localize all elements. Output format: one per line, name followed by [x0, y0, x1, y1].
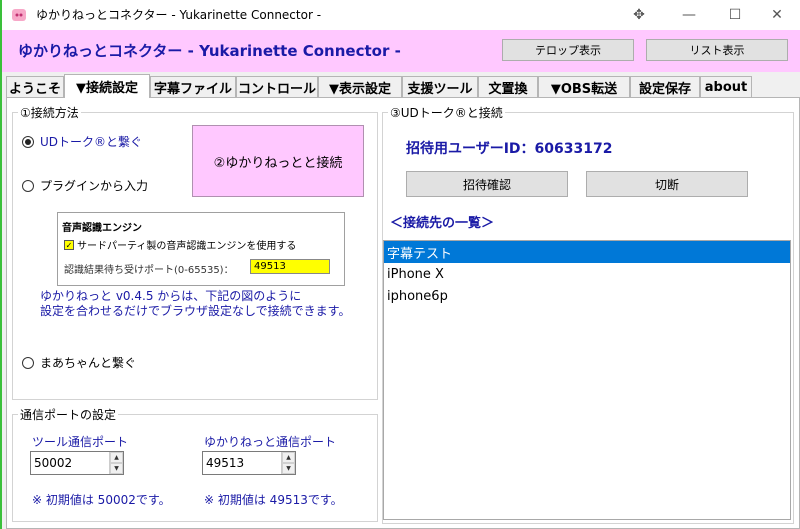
telop-display-button[interactable]: テロップ表示: [502, 39, 634, 61]
third-party-engine-checkbox[interactable]: ✓ サードパーティ製の音声認識エンジンを使用する: [64, 237, 296, 252]
comm-ports-legend: 通信ポートの設定: [18, 406, 119, 423]
radio-button[interactable]: [22, 356, 34, 369]
tool-port-spin[interactable]: ▲ ▼: [109, 452, 123, 474]
list-display-button[interactable]: リスト表示: [646, 39, 788, 61]
version-note-line2: 設定を合わせるだけでブラウザ設定なしで接続できます。: [40, 304, 351, 318]
header-title: ゆかりねっとコネクター - Yukarinette Connector -: [18, 42, 401, 60]
radio-plugin[interactable]: プラグインから入力: [22, 177, 148, 194]
tool-port-default-note: ※ 初期値は 50002です。: [32, 493, 171, 507]
tab-strip: ようこそ ▼接続設定 字幕ファイル コントロール ▼表示設定 支援ツール 文置換…: [2, 74, 800, 98]
radio-ud-talk-label: UDトーク®と繋ぐ: [40, 135, 143, 149]
title-bar[interactable]: ゆかりねっとコネクター - Yukarinette Connector - ✥ …: [2, 0, 800, 30]
app-header: ゆかりねっとコネクター - Yukarinette Connector - テロ…: [2, 30, 800, 72]
pin-icon[interactable]: ✥: [616, 0, 662, 30]
engine-port-input[interactable]: 49513: [250, 259, 330, 274]
spin-down-icon[interactable]: ▼: [110, 463, 123, 474]
radio-plugin-label: プラグインから入力: [40, 179, 149, 193]
tab-support-tools[interactable]: 支援ツール: [402, 76, 478, 98]
app-icon: [12, 9, 26, 21]
radio-button[interactable]: [22, 135, 34, 148]
close-button[interactable]: ✕: [754, 0, 800, 30]
spin-up-icon[interactable]: ▲: [110, 452, 123, 463]
yukari-port-stepper[interactable]: 49513 ▲ ▼: [202, 451, 296, 475]
yukari-port-default-note: ※ 初期値は 49513です。: [204, 493, 343, 507]
list-item[interactable]: iPhone X: [384, 263, 790, 285]
checkbox-checked-icon[interactable]: ✓: [64, 239, 74, 250]
list-item[interactable]: 字幕テスト: [384, 241, 790, 263]
tab-display-settings[interactable]: ▼表示設定: [318, 76, 402, 98]
yukari-port-spin[interactable]: ▲ ▼: [281, 452, 295, 474]
tab-text-replace[interactable]: 文置換: [478, 76, 538, 98]
tool-port-stepper[interactable]: 50002 ▲ ▼: [30, 451, 124, 475]
tool-port-value[interactable]: 50002: [34, 456, 109, 470]
spin-up-icon[interactable]: ▲: [282, 452, 295, 463]
device-list[interactable]: 字幕テスト iPhone X iphone6p: [383, 240, 791, 520]
radio-maa-chan-label: まあちゃんと繋ぐ: [40, 356, 137, 370]
window-title: ゆかりねっとコネクター - Yukarinette Connector -: [36, 8, 322, 22]
connect-yukarinette-button[interactable]: ②ゆかりねっとと接続: [192, 125, 364, 197]
tab-about[interactable]: about: [700, 76, 752, 98]
engine-port-label: 認識結果待ち受けポート(0-65535)：: [64, 265, 234, 276]
engine-panel-title: 音声認識エンジン: [62, 223, 142, 234]
radio-maa-chan[interactable]: まあちゃんと繋ぐ: [22, 354, 136, 371]
maximize-button[interactable]: ☐: [712, 0, 758, 30]
spin-down-icon[interactable]: ▼: [282, 463, 295, 474]
third-party-engine-label: サードパーティ製の音声認識エンジンを使用する: [77, 241, 297, 252]
app-window: ゆかりねっとコネクター - Yukarinette Connector - ✥ …: [0, 0, 800, 529]
tab-obs-transfer[interactable]: ▼OBS転送: [538, 76, 630, 98]
tab-subtitle-file[interactable]: 字幕ファイル: [150, 76, 236, 98]
minimize-button[interactable]: —: [666, 0, 712, 30]
connection-method-legend: ①接続方法: [18, 104, 81, 121]
yukari-port-label: ゆかりねっと通信ポート: [204, 435, 337, 449]
speech-engine-panel: 音声認識エンジン ✓ サードパーティ製の音声認識エンジンを使用する 認識結果待ち…: [57, 212, 345, 286]
disconnect-button[interactable]: 切断: [586, 171, 748, 197]
confirm-invite-button[interactable]: 招待確認: [406, 171, 568, 197]
tab-save-settings[interactable]: 設定保存: [630, 76, 700, 98]
connection-list-heading: ＜接続先の一覧＞: [390, 216, 495, 231]
ud-talk-legend: ③UDトーク®と接続: [388, 104, 505, 121]
tool-port-label: ツール通信ポート: [32, 435, 129, 449]
invite-user-id: 招待用ユーザーID：60633172: [406, 141, 613, 157]
tab-control[interactable]: コントロール: [236, 76, 318, 98]
yukari-port-value[interactable]: 49513: [206, 456, 281, 470]
tab-connection-settings[interactable]: ▼接続設定: [64, 74, 150, 98]
list-item[interactable]: iphone6p: [384, 285, 790, 307]
radio-button[interactable]: [22, 179, 34, 192]
tab-welcome[interactable]: ようこそ: [6, 76, 64, 98]
radio-ud-talk[interactable]: UDトーク®と繋ぐ: [22, 133, 142, 150]
